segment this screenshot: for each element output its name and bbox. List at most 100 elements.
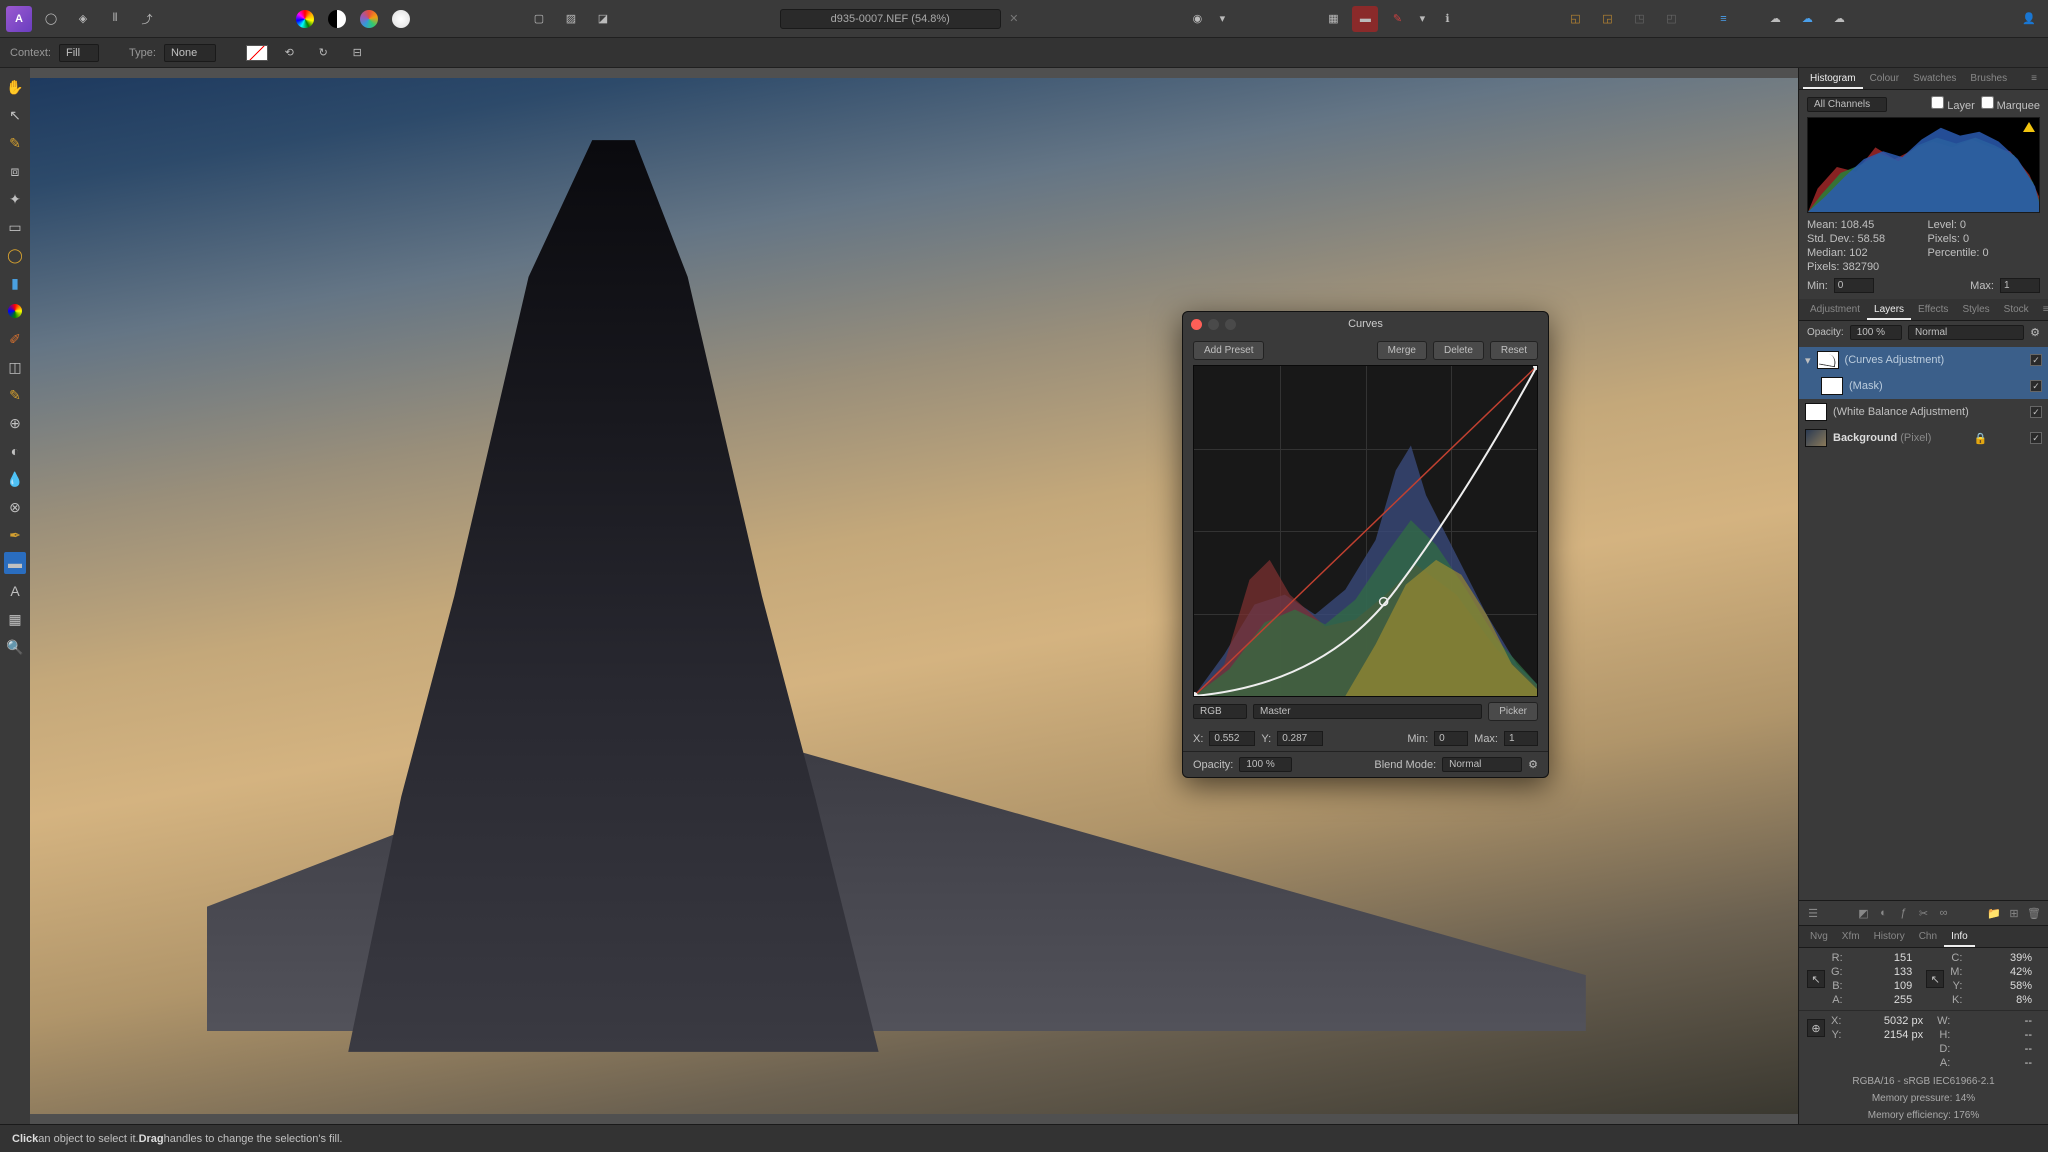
curve-min-input[interactable] — [1434, 731, 1468, 746]
curves-opacity-select[interactable]: 100 % — [1239, 757, 1291, 772]
layer-visible-checkbox[interactable]: ✓ — [2030, 432, 2042, 444]
layers-stack-icon[interactable]: ☰ — [1805, 905, 1821, 921]
blur-tool-icon[interactable]: 💧 — [4, 468, 26, 490]
hist-min-input[interactable] — [1834, 278, 1874, 293]
trash-icon[interactable]: 🗑 — [2026, 905, 2042, 921]
layer-cog-icon[interactable]: ⚙ — [2030, 326, 2040, 339]
tab-histogram[interactable]: Histogram — [1803, 70, 1863, 89]
tab-chn[interactable]: Chn — [1912, 928, 1944, 947]
ctx-lock-icon[interactable]: ⟲ — [276, 40, 302, 66]
fx-icon[interactable]: ƒ — [1896, 905, 1912, 921]
color-picker-tool-icon[interactable]: ✎ — [4, 132, 26, 154]
marquee-tool-icon[interactable]: ▭ — [4, 216, 26, 238]
heal-tool-icon[interactable]: ⊕ — [4, 412, 26, 434]
lasso-tool-icon[interactable]: ◯ — [4, 244, 26, 266]
layer-mask[interactable]: (Mask) ✓ — [1799, 373, 2048, 399]
layer-visible-checkbox[interactable]: ✓ — [2030, 380, 2042, 392]
retouch-tool-icon[interactable]: ⊗ — [4, 496, 26, 518]
reset-button[interactable]: Reset — [1490, 341, 1538, 360]
snap-grid-icon[interactable]: ▦ — [1320, 6, 1346, 32]
context-select[interactable]: Fill — [59, 44, 99, 62]
curves-cog-icon[interactable]: ⚙ — [1528, 758, 1538, 771]
layer-blend-select[interactable]: Normal — [1908, 325, 2024, 340]
snap-toggle-icon[interactable]: ▬ — [1352, 6, 1378, 32]
pen-tool-icon[interactable]: ✒ — [4, 524, 26, 546]
curves-plot[interactable] — [1193, 365, 1538, 697]
mesh-tool-icon[interactable]: ▦ — [4, 608, 26, 630]
tab-history[interactable]: History — [1867, 928, 1912, 947]
panel-menu-icon[interactable]: ≡ — [2024, 70, 2044, 89]
tab-nvg[interactable]: Nvg — [1803, 928, 1835, 947]
dodge-tool-icon[interactable]: ◐ — [4, 440, 26, 462]
shape-tool-icon[interactable]: ▬ — [4, 552, 26, 574]
curve-max-input[interactable] — [1504, 731, 1538, 746]
selection-invert-icon[interactable]: ◪ — [590, 6, 616, 32]
picker-button[interactable]: Picker — [1488, 702, 1538, 721]
fill-swatch[interactable] — [246, 45, 268, 61]
dialog-titlebar[interactable]: Curves — [1183, 312, 1548, 336]
tab-styles[interactable]: Styles — [1955, 301, 1996, 320]
align-icon[interactable]: ≡ — [1710, 6, 1736, 32]
assistant-icon[interactable]: ✎ — [1384, 6, 1410, 32]
link-icon[interactable]: ∞ — [1936, 905, 1952, 921]
gradient-tool-icon[interactable] — [4, 300, 26, 322]
cloud-2-icon[interactable]: ☁ — [1794, 6, 1820, 32]
rgb-sampler-icon[interactable]: ↖ — [1807, 970, 1825, 988]
lock-icon[interactable]: 🔒 — [1974, 432, 1988, 445]
layer-visible-checkbox[interactable]: ✓ — [2030, 354, 2042, 366]
move-tool-icon[interactable]: ↖ — [4, 104, 26, 126]
arrange-back-icon[interactable]: ◱ — [1562, 6, 1588, 32]
autocontrast-icon[interactable] — [324, 6, 350, 32]
add-layer-icon[interactable]: ⊞ — [2006, 905, 2022, 921]
ctx-align-icon[interactable]: ⊟ — [344, 40, 370, 66]
paint-brush-icon[interactable]: ✐ — [4, 328, 26, 350]
layers-menu-icon[interactable]: ≡ — [2036, 301, 2048, 320]
channels-select[interactable]: All Channels — [1807, 97, 1887, 112]
layer-opacity-select[interactable]: 100 % — [1850, 325, 1902, 340]
app-logo[interactable]: A — [6, 6, 32, 32]
text-tool-icon[interactable]: A — [4, 580, 26, 602]
hand-tool-icon[interactable]: ✋ — [4, 76, 26, 98]
tab-swatches[interactable]: Swatches — [1906, 70, 1963, 89]
hist-max-input[interactable] — [2000, 278, 2040, 293]
persona-liquify-icon[interactable]: ◈ — [70, 6, 96, 32]
tab-xfm[interactable]: Xfm — [1835, 928, 1867, 947]
selection-rect-icon[interactable]: ▢ — [526, 6, 552, 32]
zoom-tool-icon[interactable]: 🔍 — [4, 636, 26, 658]
disclosure-icon[interactable]: ▾ — [1805, 354, 1811, 367]
layer-checkbox[interactable] — [1931, 96, 1944, 109]
persona-export-icon[interactable]: ⤴ — [134, 6, 160, 32]
layer-background[interactable]: Background (Pixel) 🔒 ✓ — [1799, 425, 2048, 451]
cmyk-sampler-icon[interactable]: ↖ — [1926, 970, 1944, 988]
erase-tool-icon[interactable]: ◫ — [4, 356, 26, 378]
crop-l-icon[interactable]: ✂ — [1916, 905, 1932, 921]
clone-tool-icon[interactable]: ✎ — [4, 384, 26, 406]
assistant-menu-icon[interactable]: ▾ — [1416, 6, 1428, 32]
add-preset-button[interactable]: Add Preset — [1193, 341, 1264, 360]
info-icon[interactable]: ℹ — [1434, 6, 1460, 32]
pos-sampler-icon[interactable]: ⊕ — [1807, 1019, 1825, 1037]
curve-x-input[interactable] — [1209, 731, 1255, 746]
selection-none-icon[interactable]: ▨ — [558, 6, 584, 32]
quickmask-icon[interactable]: ◉ — [1184, 6, 1210, 32]
folder-icon[interactable]: 📁 — [1986, 905, 2002, 921]
tab-adjustment[interactable]: Adjustment — [1803, 301, 1867, 320]
tab-brushes[interactable]: Brushes — [1963, 70, 2014, 89]
merge-button[interactable]: Merge — [1377, 341, 1427, 360]
cloud-1-icon[interactable]: ☁ — [1762, 6, 1788, 32]
arrange-3-icon[interactable]: ◳ — [1626, 6, 1652, 32]
autolevels-icon[interactable] — [292, 6, 318, 32]
flood-tool-icon[interactable]: ▮ — [4, 272, 26, 294]
marquee-checkbox[interactable] — [1981, 96, 1994, 109]
mask-icon[interactable]: ◩ — [1856, 905, 1872, 921]
colorspace-select[interactable]: RGB — [1193, 704, 1247, 719]
channel-select[interactable]: Master — [1253, 704, 1482, 719]
persona-develop-icon[interactable]: ⦀ — [102, 6, 128, 32]
quickmask-menu-icon[interactable]: ▾ — [1216, 6, 1228, 32]
crop-tool-icon[interactable]: ⧈ — [4, 160, 26, 182]
selection-brush-icon[interactable]: ✦ — [4, 188, 26, 210]
delete-button[interactable]: Delete — [1433, 341, 1484, 360]
curves-dialog[interactable]: Curves Add Preset Merge Delete Reset RGB… — [1182, 311, 1549, 778]
curves-blend-select[interactable]: Normal — [1442, 757, 1522, 772]
tab-info[interactable]: Info — [1944, 928, 1975, 947]
